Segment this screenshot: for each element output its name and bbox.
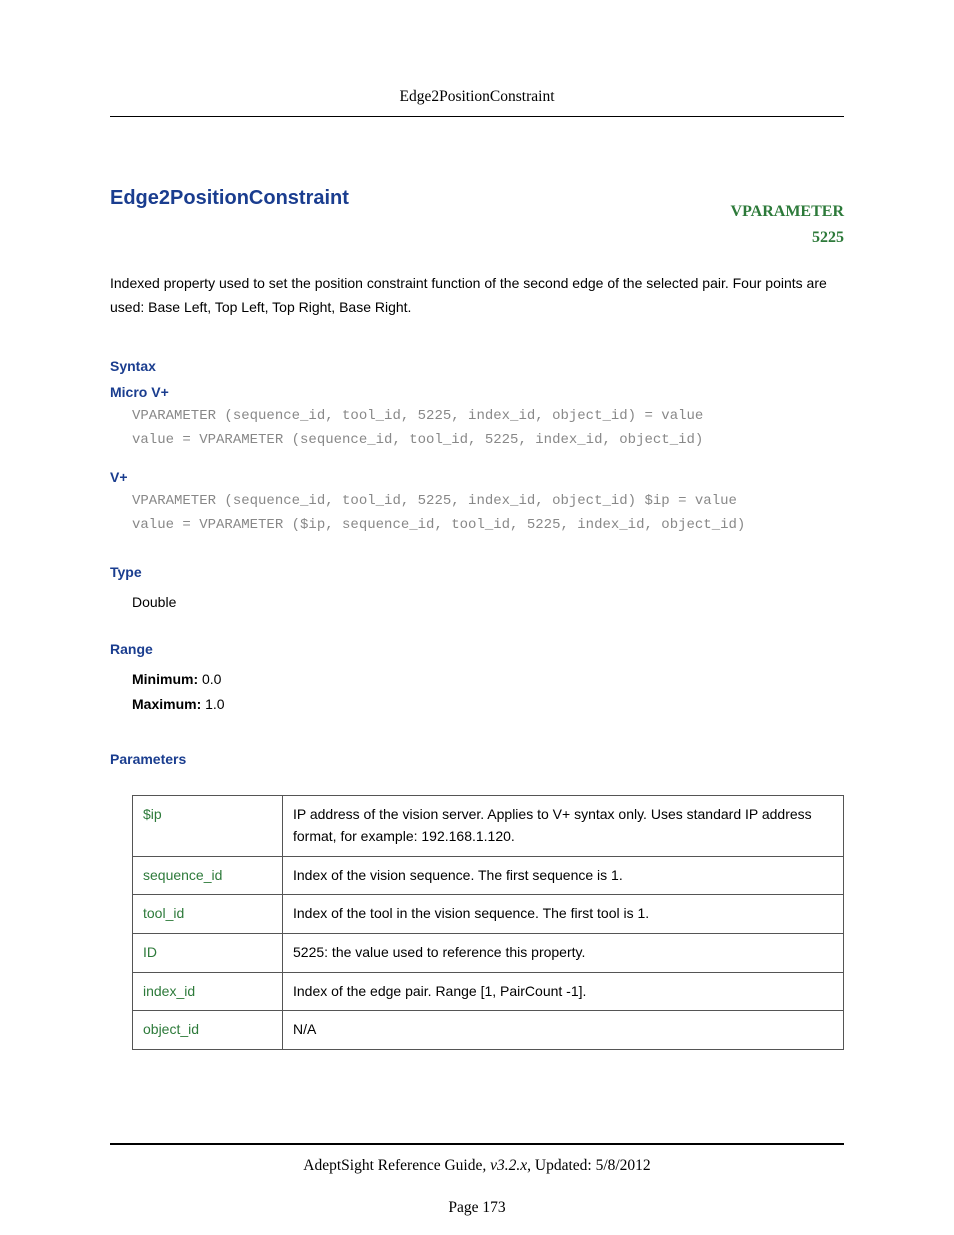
page-number: Page 173 [0, 1199, 954, 1217]
param-desc-cell: Index of the vision sequence. The first … [283, 856, 844, 895]
parameters-section: Parameters $ipIP address of the vision s… [110, 751, 844, 1050]
syntax-section: Syntax Micro V+ VPARAMETER (sequence_id,… [110, 358, 844, 538]
table-row: object_idN/A [133, 1011, 844, 1050]
table-row: tool_idIndex of the tool in the vision s… [133, 895, 844, 934]
range-maximum: Maximum: 1.0 [132, 692, 844, 717]
vparameter-badge: VPARAMETER 5225 [731, 199, 844, 250]
footer-updated: , Updated: 5/8/2012 [527, 1157, 651, 1174]
footer-doc: AdeptSight Reference Guide [303, 1157, 482, 1174]
param-name-cell: $ip [133, 796, 283, 856]
param-desc-cell: Index of the edge pair. Range [1, PairCo… [283, 972, 844, 1011]
param-desc-cell: Index of the tool in the vision sequence… [283, 895, 844, 934]
page-footer: AdeptSight Reference Guide, v3.2.x, Upda… [110, 1143, 844, 1175]
param-name-cell: tool_id [133, 895, 283, 934]
range-section: Range Minimum: 0.0 Maximum: 1.0 [110, 641, 844, 717]
vplus-heading: V+ [110, 469, 844, 485]
page-title: Edge2PositionConstraint [110, 187, 349, 210]
range-minimum: Minimum: 0.0 [132, 667, 844, 692]
parameters-table: $ipIP address of the vision server. Appl… [132, 795, 844, 1050]
vplus-code: VPARAMETER (sequence_id, tool_id, 5225, … [110, 489, 844, 538]
header-title: Edge2PositionConstraint [400, 88, 555, 105]
page-header: Edge2PositionConstraint [110, 88, 844, 117]
table-row: sequence_idIndex of the vision sequence.… [133, 856, 844, 895]
parameters-heading: Parameters [110, 751, 844, 767]
vparameter-id: 5225 [731, 225, 844, 251]
param-desc-cell: 5225: the value used to reference this p… [283, 934, 844, 973]
range-heading: Range [110, 641, 844, 657]
table-row: ID5225: the value used to reference this… [133, 934, 844, 973]
param-name-cell: ID [133, 934, 283, 973]
param-desc-cell: N/A [283, 1011, 844, 1050]
table-row: $ipIP address of the vision server. Appl… [133, 796, 844, 856]
vparameter-label: VPARAMETER [731, 199, 844, 225]
table-row: index_idIndex of the edge pair. Range [1… [133, 972, 844, 1011]
param-name-cell: sequence_id [133, 856, 283, 895]
microv-code: VPARAMETER (sequence_id, tool_id, 5225, … [110, 404, 844, 453]
type-value: Double [110, 590, 844, 615]
description-text: Indexed property used to set the positio… [110, 272, 844, 320]
param-name-cell: index_id [133, 972, 283, 1011]
type-section: Type Double [110, 564, 844, 615]
microv-heading: Micro V+ [110, 384, 844, 400]
syntax-heading: Syntax [110, 358, 844, 374]
param-desc-cell: IP address of the vision server. Applies… [283, 796, 844, 856]
footer-version: , v3.2.x [482, 1157, 527, 1174]
param-name-cell: object_id [133, 1011, 283, 1050]
type-heading: Type [110, 564, 844, 580]
